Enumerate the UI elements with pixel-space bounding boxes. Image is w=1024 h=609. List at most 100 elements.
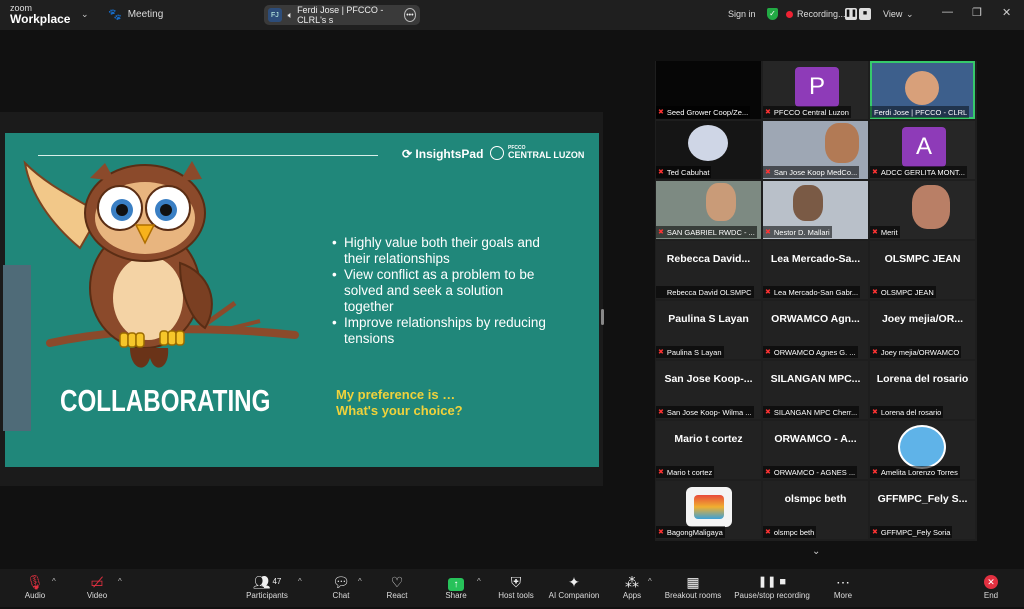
participant-name: BagongMaligaya [666, 527, 723, 537]
pause-recording-icon[interactable]: ❚❚ [845, 8, 857, 20]
chevron-up-icon[interactable]: ^ [648, 577, 652, 586]
ai-companion-button[interactable]: ✦ AI Companion [546, 571, 602, 609]
recording-label: Recording... [797, 9, 846, 19]
participant-tile[interactable]: ✖ BagongMaligaya [656, 481, 761, 539]
video-button[interactable]: ▭̸ Video [80, 571, 114, 609]
end-meeting-button[interactable]: ✕ End [976, 571, 1006, 600]
participant-tile[interactable]: ORWAMCO Agn... ✖ ORWAMCO Agnes G. ... [763, 301, 868, 359]
participant-tile[interactable]: P ✖ PFCCO Central Luzon [763, 61, 868, 119]
stop-recording-icon[interactable]: ■ [859, 8, 871, 20]
participant-tile[interactable]: ✖ San Jose Koop MedCo... [763, 121, 868, 179]
participant-tile[interactable]: ✖ Ted Cabuhat [656, 121, 761, 179]
chevron-up-icon[interactable]: ^ [358, 577, 362, 586]
participant-name: Lorena del rosario [880, 407, 942, 417]
more-button[interactable]: ⋯ More [828, 571, 858, 609]
breakout-rooms-button[interactable]: ▦ Breakout rooms [662, 571, 724, 609]
participant-tile[interactable]: olsmpc beth ✖ olsmpc beth [763, 481, 868, 539]
participant-tile-active-speaker[interactable]: Ferdi Jose | PFCCO - CLRL [870, 61, 975, 119]
mic-muted-icon: ✖ [658, 229, 664, 236]
chevron-down-icon[interactable]: ⌄ [812, 546, 820, 557]
participant-tile[interactable]: Lea Mercado-Sa... ✖ Lea Mercado-San Gabr.… [763, 241, 868, 299]
logo-mark-icon: ⟳ [402, 147, 413, 161]
participant-tile[interactable]: ✖ Nestor D. Mallari [763, 181, 868, 239]
view-menu[interactable]: View [883, 9, 902, 19]
speaker-name: Ferdi Jose | PFCCO - CLRL's s [297, 5, 384, 25]
minimize-icon[interactable]: — [942, 6, 953, 18]
close-icon: ✕ [984, 575, 998, 589]
video-feed [793, 185, 823, 221]
audio-button[interactable]: 🎙︎ Audio [18, 571, 52, 609]
participant-tile[interactable]: OLSMPC JEAN ✖ OLSMPC JEAN [870, 241, 975, 299]
chevron-down-icon[interactable]: ⌄ [906, 9, 914, 20]
shield-icon: ⛨ [510, 574, 522, 590]
avatar [686, 487, 732, 527]
mic-muted-icon: ✖ [765, 469, 771, 476]
avatar: P [795, 67, 839, 107]
participant-tile[interactable]: ✖ Merit [870, 181, 975, 239]
insightspad-logo: ⟳ InsightsPad [402, 147, 483, 161]
sign-in-link[interactable]: Sign in [728, 9, 756, 19]
participant-name: ORWAMCO Agnes G. ... [773, 347, 856, 357]
participant-tile[interactable]: ✖ Seed Grower Coop/Ze... [656, 61, 761, 119]
participant-tile[interactable]: Mario t cortez ✖ Mario t cortez [656, 421, 761, 479]
meeting-menu[interactable]: 🐾 Meeting [108, 8, 163, 21]
ai-companion-label: AI Companion [548, 591, 600, 600]
pause-stop-recording-button[interactable]: ❚❚ ■ Pause/stop recording [732, 571, 812, 609]
participant-display-name: ORWAMCO - A... [774, 433, 857, 445]
mic-muted-icon: ✖ [658, 529, 664, 536]
mic-muted-icon: ✖ [765, 409, 771, 416]
mic-muted-icon: ✖ [765, 109, 771, 116]
participant-tile[interactable]: SILANGAN MPC... ✖ SILANGAN MPC Cherr... [763, 361, 868, 419]
participant-display-name: OLSMPC JEAN [884, 253, 961, 265]
speaker-icon: 🔈︎ [287, 9, 294, 20]
chevron-up-icon[interactable]: ^ [477, 577, 481, 586]
react-button[interactable]: ♡ React [382, 571, 412, 609]
breakout-rooms-label: Breakout rooms [664, 591, 722, 600]
shield-icon[interactable]: ✓ [767, 8, 778, 20]
participant-display-name: SILANGAN MPC... [770, 373, 861, 385]
participant-tile[interactable]: Paulina S Layan ✖ Paulina S Layan [656, 301, 761, 359]
participant-display-name: San Jose Koop-... [664, 373, 753, 385]
participant-tile[interactable]: GFFMPC_Fely S... ✖ GFFMPC_Fely Soria [870, 481, 975, 539]
panel-resize-handle[interactable] [601, 309, 604, 325]
participant-tile[interactable]: Lorena del rosario ✖ Lorena del rosario [870, 361, 975, 419]
avatar [898, 425, 946, 469]
preference-line-1: My preference is … [336, 387, 456, 402]
participant-name: Merit [880, 227, 898, 237]
video-feed [912, 185, 950, 229]
chevron-up-icon[interactable]: ^ [118, 577, 122, 586]
pfcco-central-luzon: CENTRAL LUZON [508, 150, 585, 160]
participant-name: Nestor D. Mallari [773, 227, 830, 237]
chevron-down-icon[interactable]: ⌄ [81, 9, 89, 20]
recording-indicator[interactable]: Recording... [786, 9, 846, 19]
participant-tile[interactable]: ORWAMCO - A... ✖ ORWAMCO - AGNES ... [763, 421, 868, 479]
participant-tile[interactable]: Joey mejia/OR... ✖ Joey mejia/ORWAMCO [870, 301, 975, 359]
participant-tile[interactable]: ✖ SAN GABRIEL RWDC - ... [656, 181, 761, 239]
avatar: A [902, 127, 946, 167]
participant-tile[interactable]: Rebecca David... ✖Rebecca David OLSMPC [656, 241, 761, 299]
participant-tile[interactable]: A ✖ ADCC GERLITA MONT... [870, 121, 975, 179]
participant-name: San Jose Koop MedCo... [773, 167, 858, 177]
chevron-up-icon[interactable]: ^ [52, 577, 56, 586]
mic-muted-icon: ✖ [658, 409, 664, 416]
apps-button[interactable]: ⁂ Apps [617, 571, 647, 609]
share-button[interactable]: ↑ Share [441, 571, 471, 609]
end-label: End [983, 591, 999, 600]
participant-tile[interactable]: San Jose Koop-... ✖ San Jose Koop- Wilma … [656, 361, 761, 419]
participant-tile[interactable]: ✖ Amelita Lorenzo Torres [870, 421, 975, 479]
close-icon[interactable]: ✕ [1002, 6, 1011, 19]
active-speaker-pill[interactable]: FJ 🔈︎ Ferdi Jose | PFCCO - CLRL's s ••• [264, 5, 420, 25]
preference-prompt: My preference is … What's your choice? [336, 387, 463, 419]
paw-icon: 🐾 [108, 9, 122, 21]
participant-name: San Jose Koop- Wilma ... [666, 407, 752, 417]
seal-icon [490, 146, 504, 160]
chevron-up-icon[interactable]: ^ [298, 577, 302, 586]
participant-gallery: ✖ Seed Grower Coop/Ze... P ✖ PFCCO Central… [655, 61, 977, 541]
video-label: Video [86, 591, 108, 600]
heart-icon: ♡ [390, 574, 404, 590]
more-icon[interactable]: ••• [403, 8, 416, 22]
participants-button[interactable]: 👥︎ 47 Participants [244, 571, 290, 609]
host-tools-button[interactable]: ⛨ Host tools [496, 571, 536, 609]
chat-button[interactable]: 💬︎ Chat [326, 571, 356, 609]
restore-icon[interactable]: ❐ [972, 6, 982, 19]
